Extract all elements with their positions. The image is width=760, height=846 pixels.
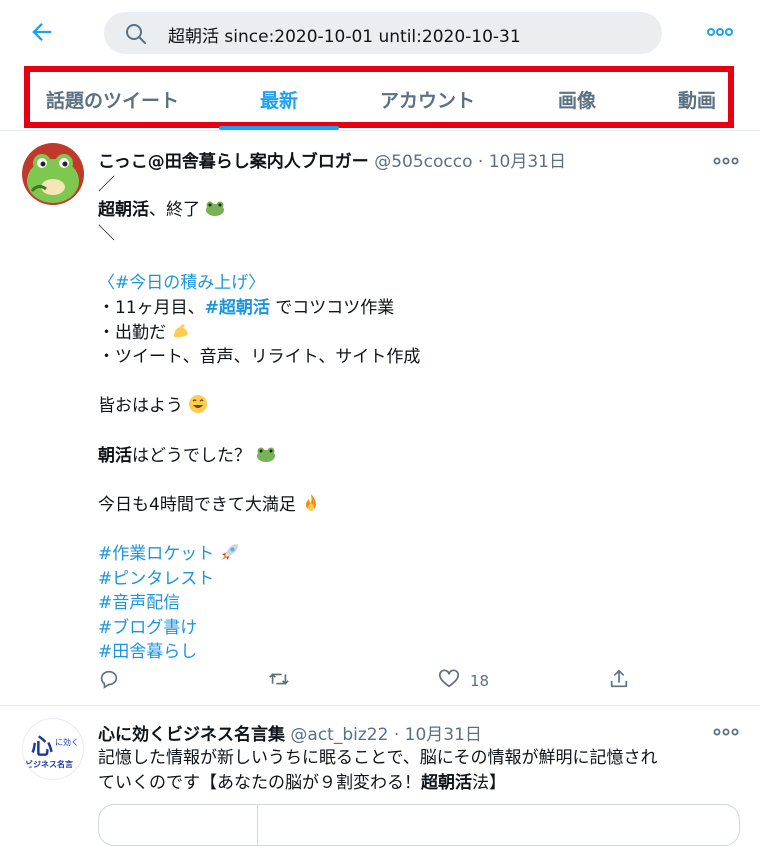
like-count: 18 <box>470 672 490 690</box>
more-options-icon[interactable] <box>706 20 734 44</box>
text-line: ／ <box>98 175 115 195</box>
heart-icon <box>439 669 459 688</box>
search-icon <box>126 24 146 44</box>
reply-button[interactable] <box>98 668 120 694</box>
reply-icon <box>100 670 118 689</box>
share-button[interactable] <box>608 668 630 694</box>
search-query[interactable]: 超朝活 since:2020-10-01 until:2020-10-31 <box>168 22 521 47</box>
tweet-text: ／ 超朝活、終了 ＼ 〈#今日の積み上げ〉 ・11ヶ月目、#超朝活 でコツコツ作… <box>98 173 738 665</box>
top-bar: 超朝活 since:2020-10-01 until:2020-10-31 <box>0 0 760 64</box>
arrow-left-icon[interactable] <box>28 18 56 46</box>
tweet-date[interactable]: 10月31日 <box>405 725 482 745</box>
hashtag-link[interactable]: #今日の積み上げ <box>115 273 248 293</box>
tweet-text: 記憶した情報が新しいうちに眠ることで、脳にその情報が鮮明に記憶され ていくのです… <box>98 746 738 795</box>
avatar[interactable] <box>22 143 84 205</box>
tweet-date[interactable]: 10月31日 <box>489 152 566 172</box>
retweet-icon <box>269 673 289 685</box>
hashtag-link[interactable]: #ブログ書け <box>98 618 197 638</box>
text-line: 皆おはよう <box>98 396 183 417</box>
like-button[interactable] <box>438 668 460 694</box>
grinning-face-emoji-icon <box>189 395 208 414</box>
separator-dot: · <box>477 152 484 172</box>
tweet-more-icon[interactable] <box>712 722 740 742</box>
text-line: ・ツイート、音声、リライト、サイト作成 <box>98 347 421 368</box>
text-line: 今日も4時間できて大満足 <box>98 494 296 515</box>
tweet-header: こっこ@田舎暮らし案内人ブロガー @505cocco · 10月31日 <box>98 147 566 172</box>
search-tabs: 話題のツイート 最新 アカウント 画像 動画 <box>24 66 734 128</box>
highlighted-keyword: 朝活 <box>98 445 132 466</box>
tweet-actions: 18 <box>98 668 658 698</box>
fire-emoji-icon <box>306 493 317 511</box>
frog-emoji-icon <box>206 201 225 216</box>
text-line: 〈 <box>98 273 115 294</box>
highlighted-keyword: 超朝活 <box>98 199 149 220</box>
avatar-logo-text: に効く <box>55 738 79 747</box>
frog-emoji-icon <box>257 447 276 462</box>
author-handle[interactable]: @505cocco <box>374 152 472 172</box>
avatar[interactable]: 心 に効く ビジネス名言 <box>22 718 84 780</box>
author-handle[interactable]: @act_biz22 <box>290 725 388 745</box>
text-line: 、終了 <box>149 199 200 220</box>
tweet-header: 心に効くビジネス名言集 @act_biz22 · 10月31日 <box>98 720 482 745</box>
search-input[interactable]: 超朝活 since:2020-10-01 until:2020-10-31 <box>104 12 662 54</box>
hashtag-link[interactable]: #作業ロケット <box>98 544 214 564</box>
highlighted-keyword: 超朝活 <box>421 772 472 793</box>
tab-latest[interactable]: 最新 <box>260 86 298 113</box>
text-line: ・11ヶ月目、 <box>98 297 205 318</box>
hashtag-link[interactable]: #田舎暮らし <box>98 642 197 662</box>
hashtag-link[interactable]: #超朝活 <box>205 298 270 318</box>
text-line: ＼ <box>98 224 115 245</box>
flexed-biceps-emoji-icon <box>174 323 189 337</box>
hashtag-link[interactable]: #音声配信 <box>98 593 180 613</box>
hashtag-link[interactable]: #ピンタレスト <box>98 569 214 589</box>
author-name[interactable]: 心に効くビジネス名言集 <box>98 725 285 745</box>
separator-dot: · <box>393 725 400 745</box>
avatar-logo-text: 心 <box>31 734 54 760</box>
text-line: はどうでした？ <box>132 445 251 466</box>
rocket-emoji-icon <box>221 543 238 560</box>
text-line: ていくのです【あなたの脳が９割変わる！ <box>98 772 421 793</box>
retweet-button[interactable] <box>268 668 290 694</box>
text-line: 記憶した情報が新しいうちに眠ることで、脳にその情報が鮮明に記憶され <box>98 748 658 768</box>
share-icon <box>610 669 628 688</box>
text-line: でコツコツ作業 <box>269 297 395 318</box>
text-line: 〉 <box>248 273 266 294</box>
author-name[interactable]: こっこ@田舎暮らし案内人ブロガー <box>98 152 369 172</box>
tweet-more-icon[interactable] <box>712 151 740 171</box>
tab-accounts[interactable]: アカウント <box>380 86 475 113</box>
avatar-logo-text: ビジネス名言 <box>25 760 73 769</box>
link-card[interactable] <box>98 804 740 846</box>
frog-avatar-icon <box>22 143 84 205</box>
card-divider <box>257 805 258 845</box>
text-line: 法】 <box>472 772 506 793</box>
tweet[interactable]: こっこ@田舎暮らし案内人ブロガー @505cocco · 10月31日 ／ 超朝… <box>0 131 760 705</box>
tab-images[interactable]: 画像 <box>558 86 596 113</box>
tab-top[interactable]: 話題のツイート <box>46 86 179 113</box>
tab-videos[interactable]: 動画 <box>678 86 716 113</box>
text-line: ・出勤だ <box>98 322 166 343</box>
